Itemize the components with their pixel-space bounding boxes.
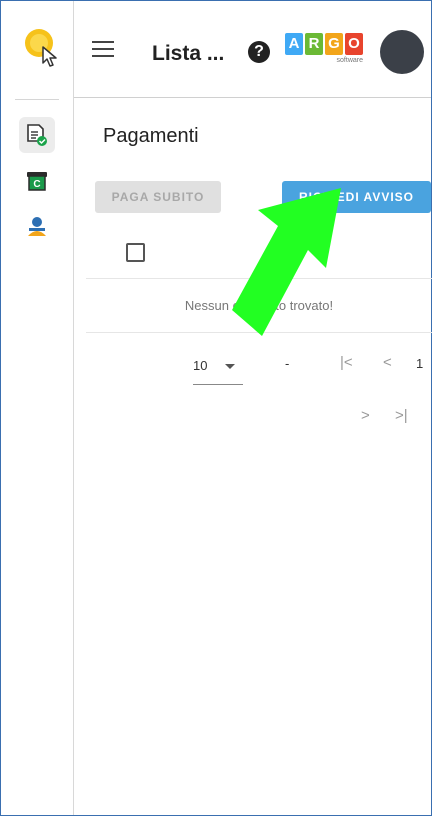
sidebar-item-documents[interactable] bbox=[19, 117, 55, 153]
svg-text:C: C bbox=[33, 179, 40, 190]
sidebar-item-payments-user[interactable] bbox=[19, 209, 55, 245]
page-header-title: Lista ... bbox=[152, 42, 225, 65]
document-check-icon bbox=[27, 124, 47, 146]
last-page-button[interactable]: >| bbox=[395, 407, 408, 424]
page-range: - bbox=[285, 356, 290, 371]
user-dollar-icon bbox=[28, 217, 46, 236]
sidebar-divider bbox=[15, 99, 59, 100]
argo-letter: R bbox=[305, 33, 323, 55]
argo-letter: O bbox=[345, 33, 363, 55]
header-bar: Lista ... ? A R G O software bbox=[74, 1, 431, 98]
chevron-down-icon bbox=[225, 364, 235, 369]
hamburger-menu-icon[interactable] bbox=[92, 41, 114, 57]
help-icon[interactable]: ? bbox=[248, 41, 270, 63]
next-page-button[interactable]: > bbox=[361, 407, 370, 424]
page-size-value: 10 bbox=[193, 358, 208, 373]
receipt-c-icon: C bbox=[27, 172, 47, 191]
first-page-button[interactable]: |< bbox=[340, 354, 353, 371]
page-title: Pagamenti bbox=[103, 125, 199, 147]
sidebar-item-receipts[interactable]: C bbox=[19, 163, 55, 199]
argo-software-label: software bbox=[336, 57, 363, 64]
hand-cursor-logo-icon[interactable] bbox=[21, 25, 61, 69]
avatar[interactable] bbox=[380, 30, 424, 74]
prev-page-button[interactable]: < bbox=[383, 354, 392, 371]
argo-letter: G bbox=[325, 33, 343, 55]
paga-subito-button[interactable]: PAGA SUBITO bbox=[95, 181, 221, 213]
argo-letter: A bbox=[285, 33, 303, 55]
page-size-select[interactable]: 10 bbox=[193, 354, 243, 385]
argo-logo: A R G O software bbox=[285, 33, 363, 64]
select-all-checkbox[interactable] bbox=[126, 243, 145, 262]
sidebar: C bbox=[1, 1, 74, 815]
current-page-number: 1 bbox=[416, 356, 424, 371]
green-pointer-arrow-icon bbox=[232, 188, 341, 336]
